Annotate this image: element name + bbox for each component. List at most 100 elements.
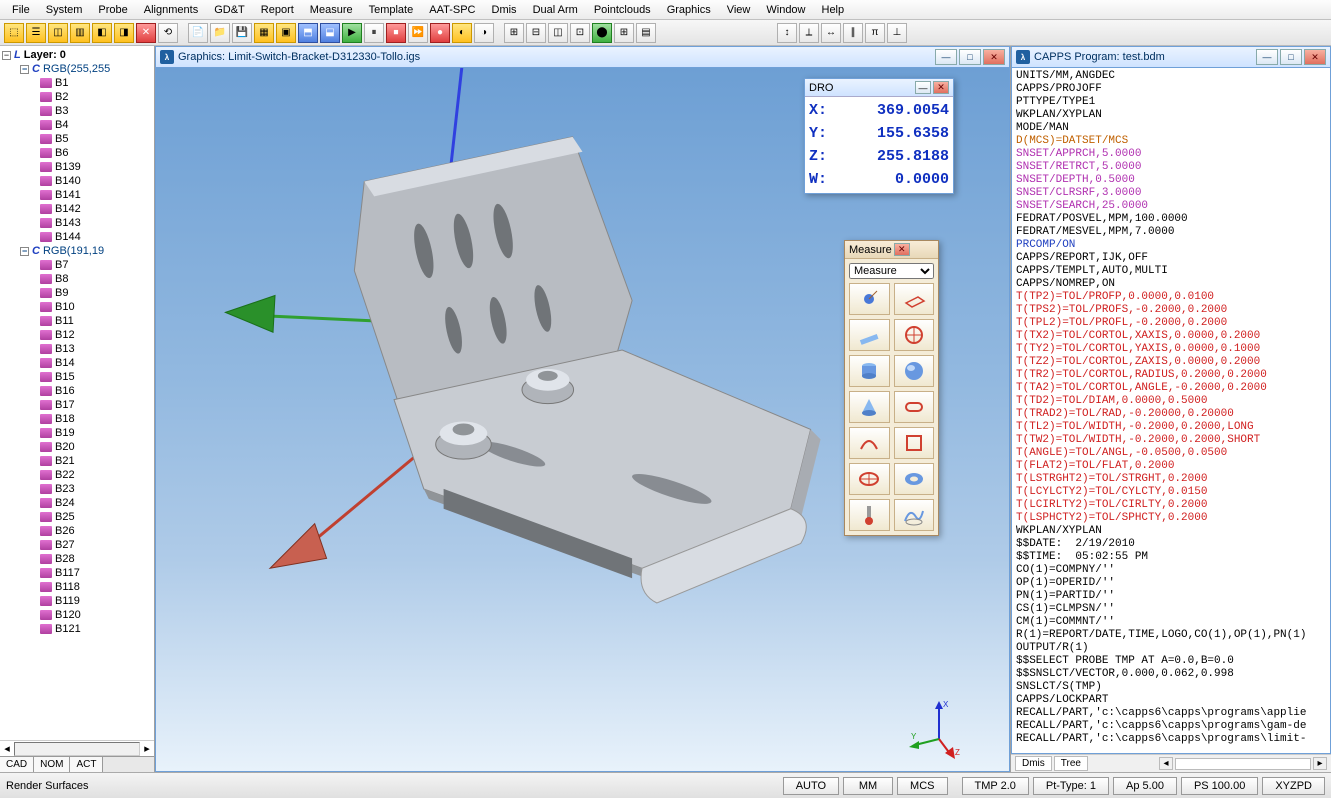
menu-help[interactable]: Help xyxy=(814,2,853,18)
measure-plane-icon[interactable] xyxy=(894,283,935,315)
measure-select[interactable]: Measure xyxy=(849,263,934,279)
toolbar-btn[interactable]: ⊟ xyxy=(526,23,546,43)
measure-ellipse-icon[interactable] xyxy=(849,463,890,495)
toolbar-btn[interactable]: ⊞ xyxy=(614,23,634,43)
layer-item[interactable]: B27 xyxy=(2,538,152,552)
layer-item[interactable]: B7 xyxy=(2,258,152,272)
layer-item[interactable]: B142 xyxy=(2,202,152,216)
close-button[interactable]: ✕ xyxy=(983,49,1005,65)
layer-item[interactable]: B118 xyxy=(2,580,152,594)
layer-item[interactable]: B121 xyxy=(2,622,152,636)
measure-curve-icon[interactable] xyxy=(894,499,935,531)
layer-tree[interactable]: − L Layer: 0 − C RGB(255,255 B1B2B3B4B5B… xyxy=(0,46,154,740)
layer-item[interactable]: B12 xyxy=(2,328,152,342)
tree-group[interactable]: − C RGB(191,19 xyxy=(2,244,152,258)
maximize-button[interactable]: □ xyxy=(959,49,981,65)
tree-root[interactable]: − L Layer: 0 xyxy=(2,48,152,62)
layer-item[interactable]: B24 xyxy=(2,496,152,510)
tree-group[interactable]: − C RGB(255,255 xyxy=(2,62,152,76)
status-ap[interactable]: Ap 5.00 xyxy=(1113,777,1177,795)
menu-file[interactable]: File xyxy=(4,2,38,18)
dro-minimize[interactable]: — xyxy=(915,81,931,94)
toolbar-btn[interactable]: ▶ xyxy=(342,23,362,43)
menu-measure[interactable]: Measure xyxy=(302,2,361,18)
toolbar-btn[interactable]: ◧ xyxy=(92,23,112,43)
toolbar-btn[interactable]: ● xyxy=(430,23,450,43)
menu-template[interactable]: Template xyxy=(361,2,422,18)
status-ps[interactable]: PS 100.00 xyxy=(1181,777,1258,795)
layer-item[interactable]: B4 xyxy=(2,118,152,132)
tab-dmis[interactable]: Dmis xyxy=(1015,756,1052,771)
toolbar-btn[interactable]: ∥ xyxy=(843,23,863,43)
menu-gdt[interactable]: GD&T xyxy=(206,2,253,18)
measure-close[interactable]: ✕ xyxy=(894,243,910,256)
menu-window[interactable]: Window xyxy=(758,2,813,18)
status-tmp[interactable]: TMP 2.0 xyxy=(962,777,1029,795)
toolbar-btn[interactable]: ▦ xyxy=(254,23,274,43)
toolbar-btn[interactable]: ⊥ xyxy=(887,23,907,43)
status-auto[interactable]: AUTO xyxy=(783,777,839,795)
menu-probe[interactable]: Probe xyxy=(90,2,135,18)
layer-item[interactable]: B19 xyxy=(2,426,152,440)
layer-item[interactable]: B26 xyxy=(2,524,152,538)
status-xyzpd[interactable]: XYZPD xyxy=(1262,777,1325,795)
layer-item[interactable]: B15 xyxy=(2,370,152,384)
toolbar-btn[interactable]: ⬚ xyxy=(4,23,24,43)
layer-item[interactable]: B5 xyxy=(2,132,152,146)
toolbar-btn[interactable]: ☰ xyxy=(26,23,46,43)
layer-item[interactable]: B16 xyxy=(2,384,152,398)
menu-alignments[interactable]: Alignments xyxy=(136,2,206,18)
program-editor[interactable]: UNITS/MM,ANGDECCAPPS/PROJOFFPTTYPE/TYPE1… xyxy=(1011,68,1331,754)
layer-item[interactable]: B28 xyxy=(2,552,152,566)
toolbar-btn[interactable]: ▣ xyxy=(276,23,296,43)
toolbar-btn[interactable]: ✕ xyxy=(136,23,156,43)
layer-item[interactable]: B143 xyxy=(2,216,152,230)
measure-circle-icon[interactable] xyxy=(894,319,935,351)
toolbar-btn[interactable]: 💾 xyxy=(232,23,252,43)
toolbar-btn[interactable]: ◨ xyxy=(114,23,134,43)
toolbar-btn[interactable]: ⟂ xyxy=(799,23,819,43)
measure-torus-icon[interactable] xyxy=(894,463,935,495)
toolbar-btn[interactable]: ▥ xyxy=(70,23,90,43)
menu-graphics[interactable]: Graphics xyxy=(659,2,719,18)
toolbar-btn[interactable]: ⏹ xyxy=(386,23,406,43)
measure-line-icon[interactable] xyxy=(849,319,890,351)
layer-item[interactable]: B14 xyxy=(2,356,152,370)
menu-dmis[interactable]: Dmis xyxy=(484,2,525,18)
layer-item[interactable]: B20 xyxy=(2,440,152,454)
layer-item[interactable]: B9 xyxy=(2,286,152,300)
toolbar-btn[interactable]: ▤ xyxy=(636,23,656,43)
layer-item[interactable]: B141 xyxy=(2,188,152,202)
layer-item[interactable]: B1 xyxy=(2,76,152,90)
layer-item[interactable]: B140 xyxy=(2,174,152,188)
measure-slot-icon[interactable] xyxy=(894,391,935,423)
layer-item[interactable]: B6 xyxy=(2,146,152,160)
maximize-button[interactable]: □ xyxy=(1280,49,1302,65)
status-pttype[interactable]: Pt-Type: 1 xyxy=(1033,777,1109,795)
toolbar-btn[interactable]: ⏸ xyxy=(364,23,384,43)
toolbar-btn[interactable]: ◫ xyxy=(48,23,68,43)
dro-titlebar[interactable]: DRO — ✕ xyxy=(805,79,953,97)
menu-dualarm[interactable]: Dual Arm xyxy=(525,2,586,18)
minimize-button[interactable]: — xyxy=(1256,49,1278,65)
toolbar-btn[interactable]: π xyxy=(865,23,885,43)
toolbar-btn[interactable]: ◐ xyxy=(452,23,472,43)
layer-item[interactable]: B8 xyxy=(2,272,152,286)
menu-report[interactable]: Report xyxy=(253,2,302,18)
layer-item[interactable]: B23 xyxy=(2,482,152,496)
tab-act[interactable]: ACT xyxy=(70,757,103,772)
measure-point-icon[interactable] xyxy=(849,283,890,315)
menu-system[interactable]: System xyxy=(38,2,91,18)
layer-item[interactable]: B21 xyxy=(2,454,152,468)
layer-item[interactable]: B25 xyxy=(2,510,152,524)
layer-item[interactable]: B117 xyxy=(2,566,152,580)
layer-item[interactable]: B119 xyxy=(2,594,152,608)
menu-aatspc[interactable]: AAT-SPC xyxy=(421,2,483,18)
measure-sphere-icon[interactable] xyxy=(894,355,935,387)
toolbar-btn[interactable]: ◑ xyxy=(474,23,494,43)
measure-titlebar[interactable]: Measure ✕ xyxy=(845,241,938,259)
toolbar-btn[interactable]: ↔ xyxy=(821,23,841,43)
measure-cone-icon[interactable] xyxy=(849,391,890,423)
status-mcs[interactable]: MCS xyxy=(897,777,947,795)
toolbar-btn[interactable]: ⊞ xyxy=(504,23,524,43)
